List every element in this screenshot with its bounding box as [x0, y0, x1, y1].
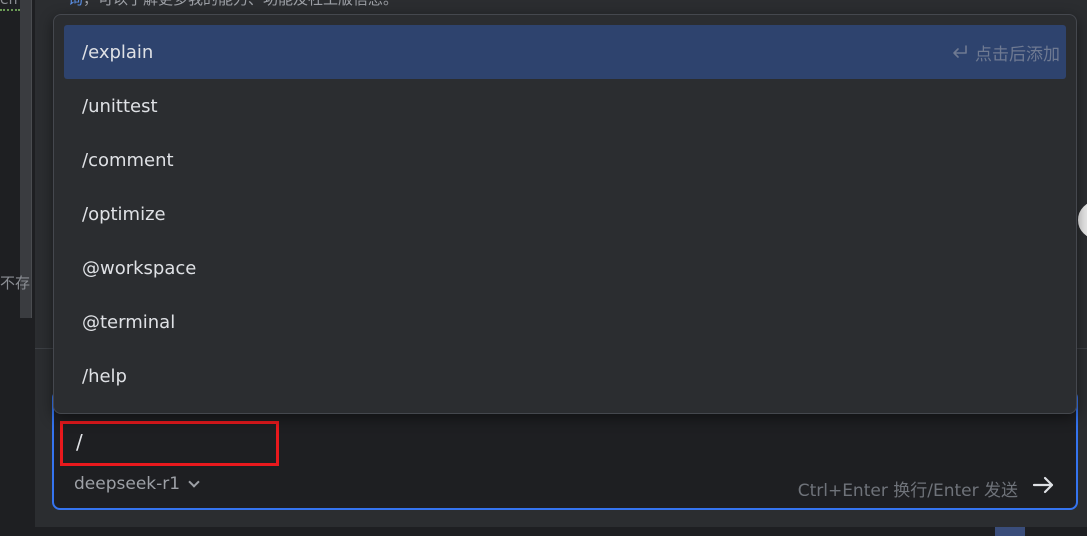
status-bar-indicator: [995, 527, 1025, 536]
annotation-highlight-box: [60, 421, 279, 466]
suggestion-item-workspace[interactable]: @workspace: [64, 241, 1066, 295]
suggestion-item-terminal[interactable]: @terminal: [64, 295, 1066, 349]
suggestion-item-label: @workspace: [82, 257, 197, 279]
suggestion-item-hint: 点击后添加: [951, 25, 1060, 79]
chat-welcome-hint-text: ，可以了解更多我的能力、功能及社工版信息。: [83, 0, 398, 8]
send-shortcut-hint: Ctrl+Enter 换行/Enter 发送: [797, 481, 1018, 501]
suggestion-item-label: /optimize: [82, 203, 166, 225]
suggestion-item-unittest[interactable]: /unittest: [64, 79, 1066, 133]
suggestion-item-label: @terminal: [82, 311, 176, 333]
suggestion-item-label: /unittest: [82, 95, 158, 117]
suggestion-item-label: /comment: [82, 149, 174, 171]
chevron-down-icon: [188, 475, 200, 488]
lint-squiggle: [0, 8, 20, 11]
model-selector-label: deepseek-r1: [74, 474, 181, 494]
suggestion-item-optimize[interactable]: /optimize: [64, 187, 1066, 241]
suggestion-hint-text: 点击后添加: [975, 44, 1060, 65]
command-suggestion-popup: /explain 点击后添加 /unittest /comment /optim…: [53, 14, 1077, 414]
suggestion-item-label: /explain: [82, 41, 154, 63]
editor-scrollbar[interactable]: [20, 0, 32, 318]
model-selector[interactable]: deepseek-r1: [74, 474, 200, 494]
chat-welcome-hint-link[interactable]: 询: [68, 0, 83, 8]
suggestion-item-label: /help: [82, 365, 127, 387]
status-bar: [0, 527, 1087, 536]
enter-key-icon: [953, 45, 967, 58]
suggestion-item-comment[interactable]: /comment: [64, 133, 1066, 187]
suggestion-item-help[interactable]: /help: [64, 349, 1066, 403]
editor-gutter: en 不存: [0, 0, 35, 536]
chat-welcome-hint: 询，可以了解更多我的能力、功能及社工版信息。: [68, 0, 398, 9]
suggestion-item-explain[interactable]: /explain 点击后添加: [64, 25, 1066, 79]
editor-text-fragment: 不存: [0, 274, 31, 292]
arrow-right-icon[interactable]: [1032, 475, 1056, 495]
